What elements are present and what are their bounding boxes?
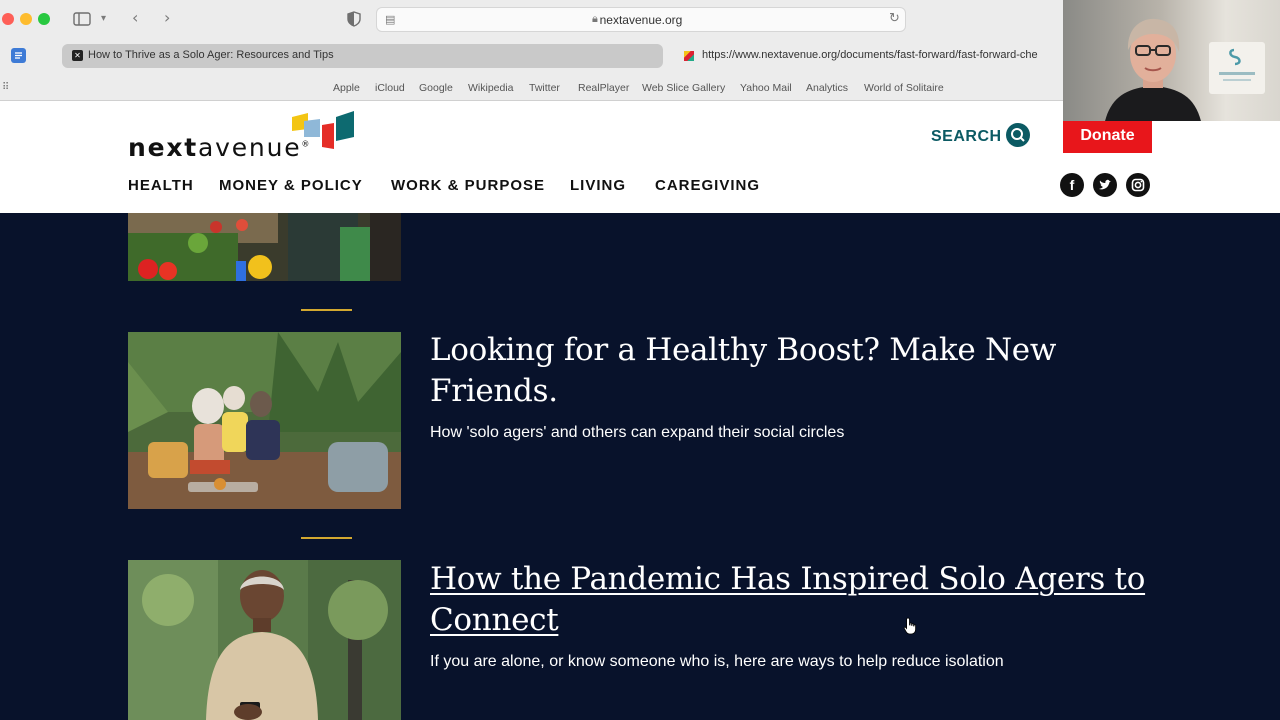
twitter-icon[interactable] (1093, 173, 1117, 197)
bookmark-item[interactable]: RealPlayer (578, 82, 629, 94)
search-icon[interactable] (1006, 123, 1030, 147)
divider (301, 309, 352, 311)
zoom-window-button[interactable] (38, 13, 50, 25)
logo-shapes-icon (292, 111, 354, 149)
article-headline-link[interactable]: How the Pandemic Has Inspired Solo Agers… (430, 559, 1160, 641)
chevron-down-icon[interactable]: ▾ (101, 12, 106, 26)
bookmark-item[interactable]: Twitter (529, 82, 560, 94)
article-image-friends[interactable] (128, 332, 401, 509)
logo-text-avenue: avenue (198, 133, 302, 162)
presenter-video (1105, 18, 1201, 121)
tab-title: How to Thrive as a Solo Ager: Resources … (88, 49, 334, 61)
instagram-icon[interactable] (1126, 173, 1150, 197)
nav-money-policy[interactable]: MONEY & POLICY (219, 177, 363, 194)
article-image-man-phone[interactable] (128, 560, 401, 720)
article-image-produce[interactable] (128, 213, 401, 281)
article-headline[interactable]: Looking for a Healthy Boost? Make New Fr… (430, 330, 1160, 412)
hand-cursor-icon (903, 617, 916, 635)
bookmark-item[interactable]: Wikipedia (468, 82, 514, 94)
tab-title: https://www.nextavenue.org/documents/fas… (702, 49, 1038, 61)
forward-button-icon[interactable]: › (164, 10, 170, 26)
tab-inactive[interactable]: https://www.nextavenue.org/documents/fas… (676, 44, 1076, 68)
nav-health[interactable]: HEALTH (128, 177, 194, 194)
tab-favicon-icon: ✕ (72, 50, 83, 61)
article-dek: If you are alone, or know someone who is… (430, 653, 1004, 670)
search-label[interactable]: SEARCH (931, 128, 1002, 146)
wall-sign (1209, 42, 1265, 94)
address-text: nextavenue.org (599, 13, 683, 27)
bookmark-item[interactable]: Google (419, 82, 453, 94)
nav-work-purpose[interactable]: WORK & PURPOSE (391, 177, 545, 194)
article-dek: How 'solo agers' and others can expand t… (430, 424, 845, 441)
bookmark-item[interactable]: iCloud (375, 82, 405, 94)
bookmark-item[interactable]: Yahoo Mail (740, 82, 792, 94)
logo-text-next: next (128, 133, 199, 162)
bookmark-item[interactable]: World of Solitaire (864, 82, 944, 94)
webcam-overlay (1063, 0, 1280, 121)
minimize-window-button[interactable] (20, 13, 32, 25)
nav-living[interactable]: LIVING (570, 177, 626, 194)
sidebar-toggle-icon[interactable] (73, 12, 91, 29)
privacy-shield-icon[interactable] (347, 11, 361, 30)
bookmark-item[interactable]: Apple (333, 82, 360, 94)
divider (301, 537, 352, 539)
close-window-button[interactable] (2, 13, 14, 25)
article-list: Looking for a Healthy Boost? Make New Fr… (0, 213, 1280, 720)
back-button-icon[interactable]: ‹ (132, 10, 138, 26)
reload-icon[interactable]: ↻ (889, 12, 900, 26)
tab-favicon-icon (684, 51, 694, 61)
tab-active[interactable]: ✕ How to Thrive as a Solo Ager: Resource… (62, 44, 663, 68)
site-logo[interactable]: nextavenue® (128, 133, 311, 162)
bookmark-item[interactable]: Web Slice Gallery (642, 82, 725, 94)
nav-caregiving[interactable]: CAREGIVING (655, 177, 760, 194)
address-bar[interactable]: ▤ 🔒︎ nextavenue.org ↻ (376, 7, 906, 32)
facebook-icon[interactable]: f (1060, 173, 1084, 197)
donate-button[interactable]: Donate (1063, 121, 1152, 153)
bookmark-item[interactable]: Analytics (806, 82, 848, 94)
